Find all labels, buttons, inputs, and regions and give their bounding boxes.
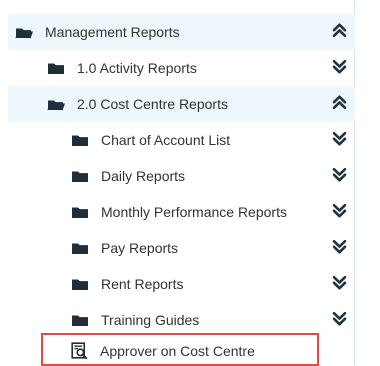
folder-icon bbox=[48, 63, 64, 74]
tree-item-label: Rent Reports bbox=[101, 276, 184, 292]
chevron-down-icon[interactable] bbox=[332, 310, 347, 327]
tree-item-rent-reports[interactable]: Rent Reports bbox=[8, 266, 355, 302]
chevron-down-icon[interactable] bbox=[332, 202, 347, 219]
folder-icon bbox=[72, 315, 88, 326]
tree-item-label: 1.0 Activity Reports bbox=[77, 60, 197, 76]
chevron-down-icon[interactable] bbox=[332, 274, 347, 291]
chevron-up-icon[interactable] bbox=[332, 22, 347, 39]
folder-icon bbox=[72, 171, 88, 182]
folder-icon bbox=[72, 279, 88, 290]
folder-icon bbox=[72, 243, 88, 254]
tree-item-approver-on-cost-centre[interactable]: Approver on Cost Centre bbox=[8, 337, 355, 365]
tree-item-management-reports[interactable]: Management Reports bbox=[8, 14, 355, 50]
chevron-down-icon[interactable] bbox=[332, 238, 347, 255]
tree-item-label: Management Reports bbox=[45, 24, 180, 40]
tree-item-label: Daily Reports bbox=[101, 168, 186, 184]
tree-item-label: Monthly Performance Reports bbox=[101, 204, 287, 220]
folder-open-icon bbox=[15, 28, 33, 38]
tree-item-chart-of-account-list[interactable]: Chart of Account List bbox=[8, 122, 355, 158]
tree-item-label: 2.0 Cost Centre Reports bbox=[77, 96, 228, 112]
chevron-down-icon[interactable] bbox=[332, 58, 347, 75]
tree-item-label: Training Guides bbox=[101, 312, 200, 328]
tree-item-label: Pay Reports bbox=[101, 240, 179, 256]
folder-open-icon bbox=[47, 100, 65, 110]
tree-item-label: Chart of Account List bbox=[101, 132, 231, 148]
chevron-down-icon[interactable] bbox=[332, 166, 347, 183]
tree-item-cost-centre-reports[interactable]: 2.0 Cost Centre Reports bbox=[8, 86, 355, 122]
tree-item-daily-reports[interactable]: Daily Reports bbox=[8, 158, 355, 194]
tree-item-pay-reports[interactable]: Pay Reports bbox=[8, 230, 355, 266]
tree-item-activity-reports[interactable]: 1.0 Activity Reports bbox=[8, 50, 355, 86]
folder-icon bbox=[72, 207, 88, 218]
tree-item-training-guides[interactable]: Training Guides bbox=[8, 302, 355, 338]
report-tree-panel: Management Reports 1.0 Activity Reports … bbox=[0, 0, 355, 366]
chevron-up-icon[interactable] bbox=[332, 94, 347, 111]
tree-item-label: Approver on Cost Centre bbox=[100, 343, 255, 359]
tree-item-monthly-performance-reports[interactable]: Monthly Performance Reports bbox=[8, 194, 355, 230]
folder-icon bbox=[72, 135, 88, 146]
document-search-icon bbox=[71, 342, 88, 360]
chevron-down-icon[interactable] bbox=[332, 130, 347, 147]
